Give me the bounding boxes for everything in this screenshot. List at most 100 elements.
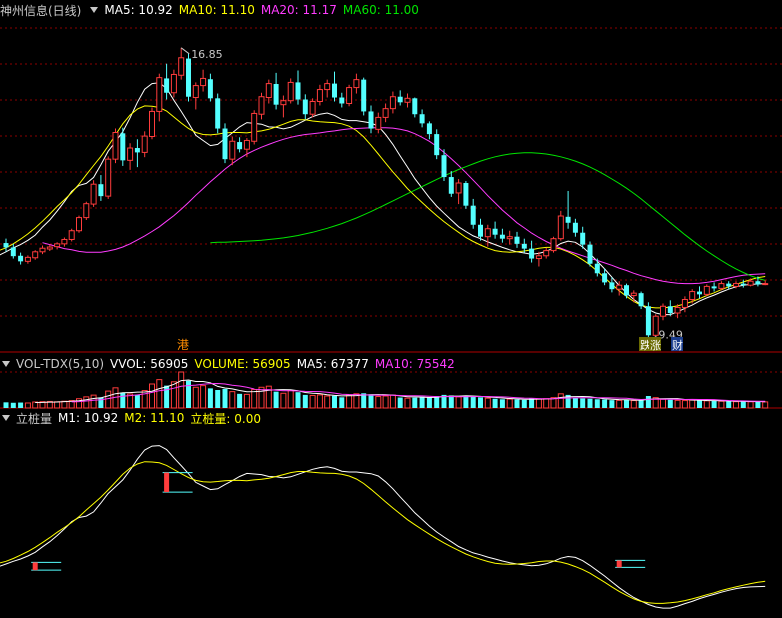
volume-bar — [222, 388, 228, 408]
candle-body — [594, 263, 600, 274]
candlestick — [412, 97, 418, 118]
candlestick — [697, 286, 702, 299]
candlestick — [280, 95, 287, 118]
candle-body — [90, 183, 97, 205]
candlestick — [24, 255, 31, 264]
candlestick — [215, 93, 221, 134]
candlestick — [557, 210, 564, 241]
candle-body — [514, 236, 520, 244]
stock-chart-window[interactable]: 16.85 9.49 港跌涨财 神州信息(日线) MA5: 10.92 MA10: … — [0, 0, 782, 614]
candle-body — [361, 79, 367, 112]
candle-body — [711, 286, 717, 289]
candle-body — [265, 83, 272, 99]
volume-bar — [178, 371, 185, 409]
candle-body — [733, 283, 739, 287]
candle-body — [207, 79, 213, 99]
volume-bar — [302, 394, 308, 408]
volume-bar — [120, 392, 126, 408]
candlestick — [550, 236, 557, 253]
volume-bar — [492, 398, 498, 408]
volume-bar — [594, 399, 600, 408]
candle-body — [243, 139, 250, 150]
candlestick — [389, 91, 396, 114]
candle-body — [200, 77, 207, 87]
signal-bar — [32, 562, 38, 571]
candlestick — [237, 137, 243, 153]
candle-body — [638, 293, 644, 307]
candlestick — [346, 84, 353, 107]
volume-bar — [273, 391, 279, 408]
candle-body — [412, 98, 418, 115]
volume-bar — [557, 393, 564, 409]
candle-body — [478, 224, 483, 237]
volume-bar — [18, 402, 24, 408]
candle-body — [572, 222, 578, 233]
candlestick — [76, 215, 82, 233]
volume-bar — [703, 400, 710, 409]
candle-body — [703, 285, 710, 295]
volume-bar — [258, 386, 265, 409]
candlestick — [105, 156, 112, 199]
dropdown-arrow-icon[interactable] — [90, 7, 99, 13]
candle-body — [389, 96, 396, 110]
dropdown-arrow-icon[interactable] — [2, 415, 10, 421]
candle-body — [3, 243, 9, 248]
candlestick — [529, 240, 535, 263]
candlestick — [302, 94, 308, 120]
candle-body — [127, 147, 134, 161]
candle-body — [134, 148, 140, 153]
volume-bar — [463, 396, 469, 408]
candlestick — [134, 139, 140, 168]
candlestick — [484, 224, 491, 247]
volume-bar — [711, 401, 717, 408]
candle-body — [506, 236, 513, 240]
candle-body — [740, 283, 746, 286]
volume-bar — [609, 400, 615, 408]
volume-bar — [105, 390, 112, 409]
volume-bar — [674, 399, 681, 409]
volume-bar — [156, 379, 163, 409]
candle-body — [83, 203, 90, 219]
ma60-readout: MA60: 11.00 — [342, 3, 419, 17]
candlestick — [565, 190, 571, 229]
dropdown-arrow-icon[interactable] — [2, 361, 10, 367]
ma5-readout: MA5: 10.92 — [104, 3, 173, 17]
candle-body — [375, 116, 382, 130]
volume-bar — [229, 391, 236, 409]
candlestick — [368, 105, 374, 134]
chart-canvas[interactable]: 16.859.49港跌涨财 — [0, 0, 782, 614]
volume-bar — [514, 399, 520, 408]
candlestick — [251, 110, 258, 145]
candle-body — [54, 243, 61, 248]
stock-name: 神州信息(日线) — [0, 3, 82, 18]
candle-body — [521, 243, 527, 249]
candle-body — [499, 234, 505, 239]
candlestick — [434, 129, 440, 160]
candlestick — [156, 73, 163, 122]
candle-body — [616, 284, 623, 290]
m2-readout: M2: 11.10 — [124, 411, 185, 425]
candle-body — [689, 291, 696, 301]
ma-line-ma20 — [42, 127, 766, 285]
candle-body — [484, 228, 491, 238]
candlestick — [506, 230, 513, 245]
candlestick — [141, 131, 148, 158]
candle-body — [755, 281, 761, 285]
marker-cai: 财 — [672, 338, 683, 352]
candlestick — [222, 123, 228, 164]
volume-bar — [149, 383, 155, 409]
volume-bar — [726, 401, 732, 408]
volume-bar — [660, 398, 666, 409]
candlestick — [332, 71, 337, 102]
volume-bar — [397, 397, 403, 408]
candlestick — [186, 53, 191, 102]
volume-bar — [740, 401, 746, 408]
candle-body — [170, 73, 177, 94]
candle-body — [535, 255, 542, 260]
candle-body — [192, 85, 199, 99]
volume-bar — [755, 401, 761, 408]
candlestick — [149, 107, 155, 140]
candle-body — [697, 291, 702, 295]
candle-body — [68, 230, 75, 240]
volume-bar — [747, 401, 754, 409]
